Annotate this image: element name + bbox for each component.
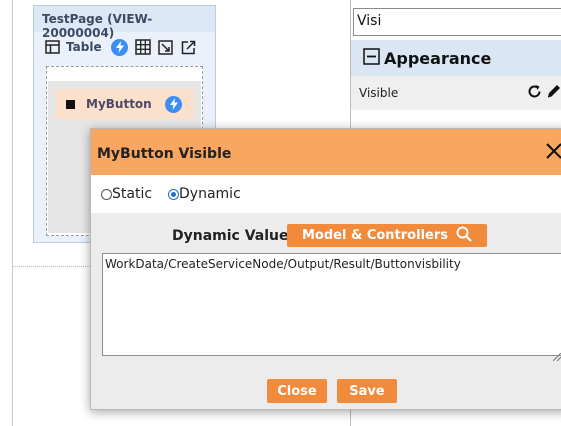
button-square-icon	[66, 99, 75, 109]
mybutton-component[interactable]: MyButton	[56, 89, 194, 119]
bolt-icon[interactable]	[165, 95, 182, 113]
radio-static-circle[interactable]	[101, 188, 112, 200]
search-icon	[456, 226, 472, 246]
model-controllers-label: Model & Controllers	[302, 228, 448, 243]
page-toolbar: Table	[34, 33, 215, 61]
property-label: Visible	[359, 86, 399, 100]
radio-static-label: Static	[112, 186, 153, 202]
bolt-icon[interactable]	[111, 38, 129, 56]
radio-dynamic-label: Dynamic	[179, 186, 241, 202]
dynamic-value-label: Dynamic Value	[172, 228, 289, 244]
toolbar-table-label: Table	[66, 40, 102, 54]
resize-grip-icon[interactable]	[552, 346, 561, 362]
radio-dynamic-circle[interactable]	[168, 188, 180, 200]
left-edge-strip	[0, 0, 13, 426]
save-button[interactable]: Save	[337, 379, 397, 403]
property-row-visible[interactable]: Visible	[351, 76, 561, 110]
collapse-icon[interactable]	[363, 47, 380, 69]
dynamic-value-row: Dynamic Value Model & Controllers	[91, 224, 561, 250]
table-icon[interactable]	[43, 38, 61, 56]
refresh-icon[interactable]	[527, 84, 542, 103]
radio-static[interactable]: Static	[101, 186, 152, 202]
resize-icon[interactable]	[157, 38, 175, 56]
close-button[interactable]: Close	[267, 379, 327, 403]
visibility-modal: MyButton Visible Static Dynamic Dynamic …	[90, 128, 561, 410]
close-icon[interactable]	[544, 141, 561, 161]
page-title: TestPage (VIEW-20000004)	[34, 6, 215, 40]
section-title: Appearance	[384, 48, 492, 68]
property-search-input[interactable]: Visi	[353, 8, 561, 36]
edit-pencil-icon[interactable]	[546, 83, 561, 103]
modal-header: MyButton Visible	[91, 129, 561, 175]
modal-title: MyButton Visible	[97, 146, 232, 162]
open-external-icon[interactable]	[180, 38, 198, 56]
appearance-section-header[interactable]: Appearance	[351, 40, 561, 76]
mybutton-label: MyButton	[86, 97, 152, 111]
panel-top-edge	[351, 0, 561, 14]
grid-icon[interactable]	[134, 38, 152, 56]
radio-dynamic[interactable]: Dynamic	[168, 186, 241, 202]
mode-radio-group: Static Dynamic	[91, 175, 561, 213]
model-controllers-button[interactable]: Model & Controllers	[287, 224, 487, 247]
dynamic-value-textarea[interactable]: WorkData/CreateServiceNode/Output/Result…	[102, 253, 561, 356]
